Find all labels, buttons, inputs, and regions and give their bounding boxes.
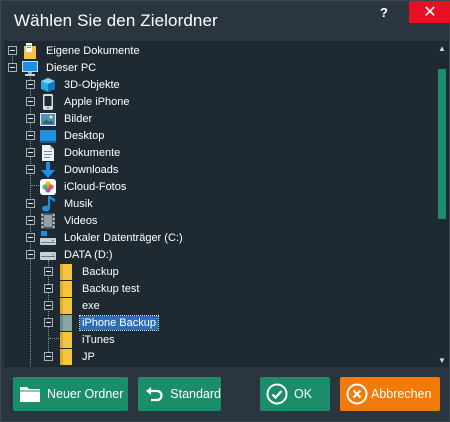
folder-selected-icon	[58, 315, 74, 331]
cancel-icon	[344, 381, 370, 407]
document-icon	[40, 145, 56, 161]
tree-item-label: Eigene Dokumente	[46, 45, 140, 57]
tree-item-label: exe	[82, 300, 100, 312]
expander-icon[interactable]	[26, 97, 35, 106]
cancel-label: Abbrechen	[371, 387, 432, 401]
phone-icon	[40, 94, 56, 110]
folder-tree[interactable]: Eigene Dokumente Dieser PC 3D-Objekte Ap…	[4, 41, 435, 367]
expander-icon[interactable]	[44, 267, 53, 276]
tree-item-label: Backup test	[82, 283, 140, 295]
expander-icon[interactable]	[26, 233, 35, 242]
tree-item-label: Apple iPhone	[64, 96, 130, 108]
expander-icon[interactable]	[26, 80, 35, 89]
new-folder-button[interactable]: Neuer Ordner	[13, 377, 128, 411]
tree-item-label: 3D-Objekte	[64, 79, 120, 91]
dialog-title: Wählen Sie den Zielordner	[14, 11, 218, 30]
expander-icon[interactable]	[26, 165, 35, 174]
tree-item-3d-objekte[interactable]: 3D-Objekte	[4, 77, 435, 94]
tree-item-drive-c[interactable]: Lokaler Datenträger (C:)	[4, 230, 435, 247]
documents-folder-icon	[22, 43, 38, 59]
tree-item-downloads[interactable]: Downloads	[4, 162, 435, 179]
folder-icon	[58, 281, 74, 297]
tree-item-drive-d[interactable]: DATA (D:)	[4, 247, 435, 264]
new-folder-icon	[17, 381, 43, 407]
tree-item-jp[interactable]: JP	[4, 349, 435, 366]
tree-item-label: Downloads	[64, 164, 119, 176]
close-button[interactable]: ✕	[409, 1, 450, 23]
checkmark-icon	[264, 381, 290, 407]
tree-item-bilder[interactable]: Bilder	[4, 111, 435, 128]
tree-item-label: iPhone Backup	[79, 315, 159, 331]
undo-icon	[142, 381, 166, 407]
expander-icon[interactable]	[44, 352, 53, 361]
folder-icon	[58, 349, 74, 365]
tree-item-itunes[interactable]: iTunes	[4, 332, 435, 349]
folder-picker-dialog: Wählen Sie den Zielordner ? ✕ Eigene Dok…	[0, 0, 450, 422]
tree-item-videos[interactable]: Videos	[4, 213, 435, 230]
scroll-down-icon[interactable]: ▼	[435, 353, 449, 367]
icloud-photos-icon	[40, 179, 56, 195]
folder-icon	[58, 332, 74, 348]
pictures-icon	[40, 111, 56, 127]
ok-button[interactable]: OK	[260, 377, 330, 411]
tree-item-label: Bilder	[64, 113, 93, 125]
folder-icon	[58, 264, 74, 280]
drive-c-icon	[40, 230, 56, 246]
tree-item-label: iCloud-Fotos	[64, 181, 127, 193]
expander-icon[interactable]	[44, 284, 53, 293]
new-folder-label: Neuer Ordner	[47, 387, 124, 401]
computer-icon	[22, 60, 38, 76]
tree-item-label: Lokaler Datenträger (C:)	[64, 232, 183, 244]
tree-item-label: Desktop	[64, 130, 105, 142]
expander-icon[interactable]	[26, 216, 35, 225]
ok-label: OK	[294, 387, 313, 401]
tree-item-label: iTunes	[82, 334, 115, 346]
tree-item-label: Videos	[64, 215, 98, 227]
tree-item-label: Dokumente	[64, 147, 121, 159]
tree-scrollbar[interactable]: ▲ ▼	[435, 41, 449, 367]
tree-item-backup[interactable]: Backup	[4, 264, 435, 281]
tree-item-dokumente[interactable]: Dokumente	[4, 145, 435, 162]
tree-item-label: JP	[82, 351, 95, 363]
tree-item-dieser-pc[interactable]: Dieser PC	[4, 60, 435, 77]
expander-icon[interactable]	[26, 199, 35, 208]
music-icon	[40, 196, 56, 212]
expander-icon[interactable]	[8, 46, 17, 55]
tree-item-backup-test[interactable]: Backup test	[4, 281, 435, 298]
expander-icon[interactable]	[44, 318, 53, 327]
default-label: Standard	[170, 387, 221, 401]
title-bar: Wählen Sie den Zielordner ? ✕	[1, 1, 450, 41]
3d-objects-icon	[40, 77, 56, 93]
cancel-button[interactable]: Abbrechen	[340, 377, 440, 411]
tree-item-label: Musik	[64, 198, 93, 210]
tree-item-label: Dieser PC	[46, 62, 97, 74]
expander-icon[interactable]	[44, 301, 53, 310]
expander-icon[interactable]	[26, 250, 35, 259]
scrollbar-thumb[interactable]	[438, 69, 446, 219]
tree-item-label: Backup	[82, 266, 119, 278]
tree-item-iphone-backup[interactable]: iPhone Backup	[4, 315, 435, 332]
tree-item-label: DATA (D:)	[64, 249, 113, 261]
expander-icon[interactable]	[26, 148, 35, 157]
expander-icon[interactable]	[8, 63, 17, 72]
default-button[interactable]: Standard	[138, 377, 221, 411]
tree-item-musik[interactable]: Musik	[4, 196, 435, 213]
tree-item-desktop[interactable]: Desktop	[4, 128, 435, 145]
expander-icon[interactable]	[26, 114, 35, 123]
tree-item-exe[interactable]: exe	[4, 298, 435, 315]
drive-icon	[40, 247, 56, 263]
tree-item-apple-iphone[interactable]: Apple iPhone	[4, 94, 435, 111]
desktop-icon	[40, 128, 56, 144]
help-button[interactable]: ?	[371, 1, 397, 23]
video-icon	[40, 213, 56, 229]
tree-item-icloud-fotos[interactable]: iCloud-Fotos	[4, 179, 435, 196]
expander-icon[interactable]	[26, 131, 35, 140]
download-icon	[40, 162, 56, 178]
folder-icon	[58, 298, 74, 314]
tree-item-eigene-dokumente[interactable]: Eigene Dokumente	[4, 43, 435, 60]
scroll-up-icon[interactable]: ▲	[435, 41, 449, 55]
